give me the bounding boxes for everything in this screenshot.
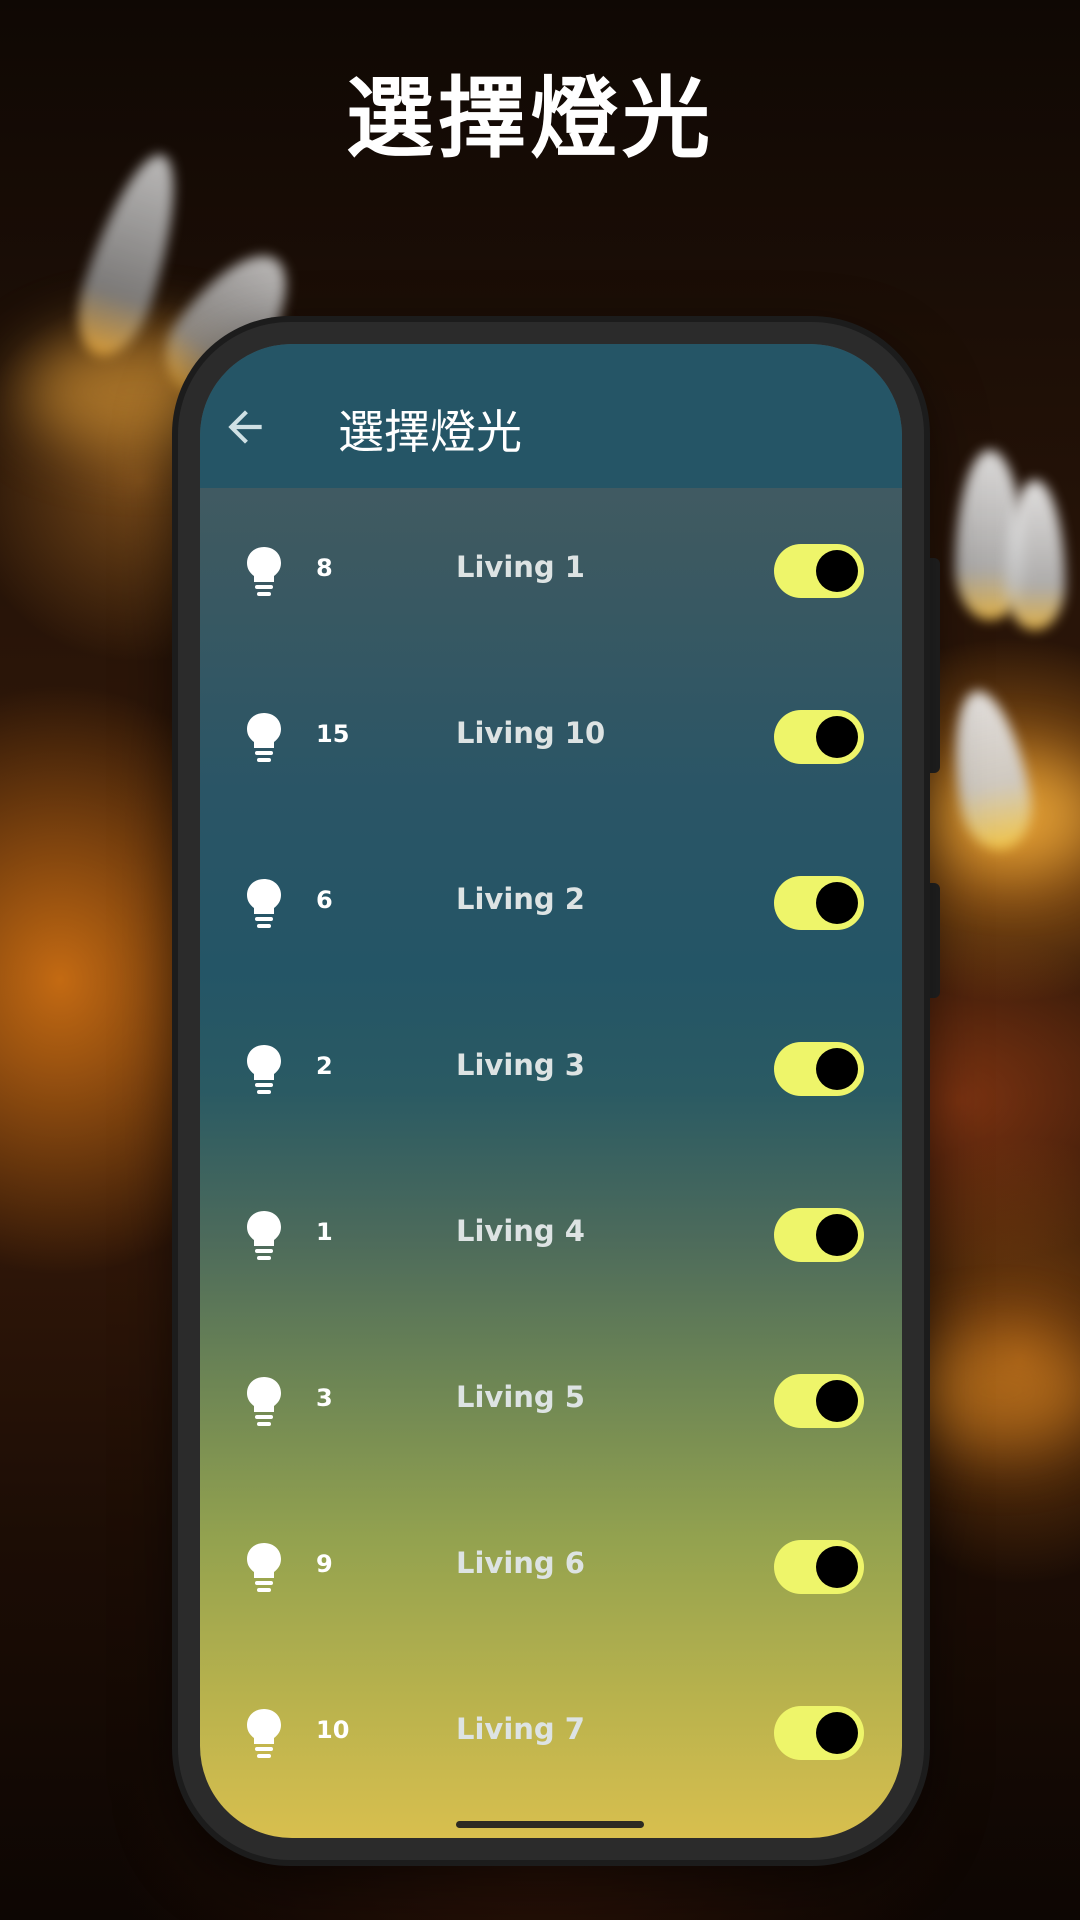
lightbulb-icon [247,1709,281,1758]
light-toggle[interactable] [774,1540,864,1594]
toggle-knob [816,1546,858,1588]
phone-power-button [924,883,940,998]
lightbulb-icon [247,1045,281,1094]
light-row[interactable]: 6 Living 2 [200,820,902,986]
toggle-knob [816,1214,858,1256]
light-row[interactable]: 2 Living 3 [200,986,902,1152]
light-name: Living 4 [456,1214,585,1248]
light-id: 8 [316,554,333,582]
light-name: Living 5 [456,1380,585,1414]
toggle-knob [816,1380,858,1422]
light-toggle[interactable] [774,1706,864,1760]
home-indicator[interactable] [456,1821,644,1828]
light-name: Living 7 [456,1712,585,1746]
lightbulb-icon [247,1211,281,1260]
light-toggle[interactable] [774,1042,864,1096]
light-id: 6 [316,886,333,914]
light-row[interactable]: 10 Living 7 [200,1650,902,1816]
light-name: Living 3 [456,1048,585,1082]
light-row[interactable]: 8 Living 1 [200,488,902,654]
phone-volume-button [924,558,940,773]
lightbulb-icon [247,547,281,596]
light-name: Living 10 [456,716,606,750]
toggle-knob [816,1712,858,1754]
toggle-knob [816,716,858,758]
light-id: 15 [316,720,350,748]
arrow-left-icon[interactable] [220,402,270,452]
light-toggle[interactable] [774,876,864,930]
light-id: 10 [316,1716,350,1744]
toggle-knob [816,882,858,924]
toggle-knob [816,550,858,592]
lightbulb-icon [247,713,281,762]
light-row[interactable]: 9 Living 6 [200,1484,902,1650]
promo-headline: 選擇燈光 [345,67,714,170]
light-id: 3 [316,1384,333,1412]
phone-frame: 選擇燈光 8 Living 1 15 Living 10 6 Living 2 … [178,322,924,1860]
app-screen: 選擇燈光 8 Living 1 15 Living 10 6 Living 2 … [200,344,902,1838]
light-id: 2 [316,1052,333,1080]
page-title: 選擇燈光 [338,405,522,459]
lightbulb-icon [247,1543,281,1592]
toggle-knob [816,1048,858,1090]
light-id: 9 [316,1550,333,1578]
light-toggle[interactable] [774,544,864,598]
light-name: Living 2 [456,882,585,916]
light-row[interactable]: 1 Living 4 [200,1152,902,1318]
app-bar: 選擇燈光 [200,344,902,488]
lightbulb-icon [247,879,281,928]
light-list: 8 Living 1 15 Living 10 6 Living 2 2 Liv… [200,488,902,1816]
light-row[interactable]: 15 Living 10 [200,654,902,820]
light-name: Living 1 [456,550,585,584]
light-row[interactable]: 3 Living 5 [200,1318,902,1484]
light-id: 1 [316,1218,333,1246]
lightbulb-icon [247,1377,281,1426]
light-toggle[interactable] [774,1374,864,1428]
light-name: Living 6 [456,1546,585,1580]
light-toggle[interactable] [774,1208,864,1262]
light-toggle[interactable] [774,710,864,764]
